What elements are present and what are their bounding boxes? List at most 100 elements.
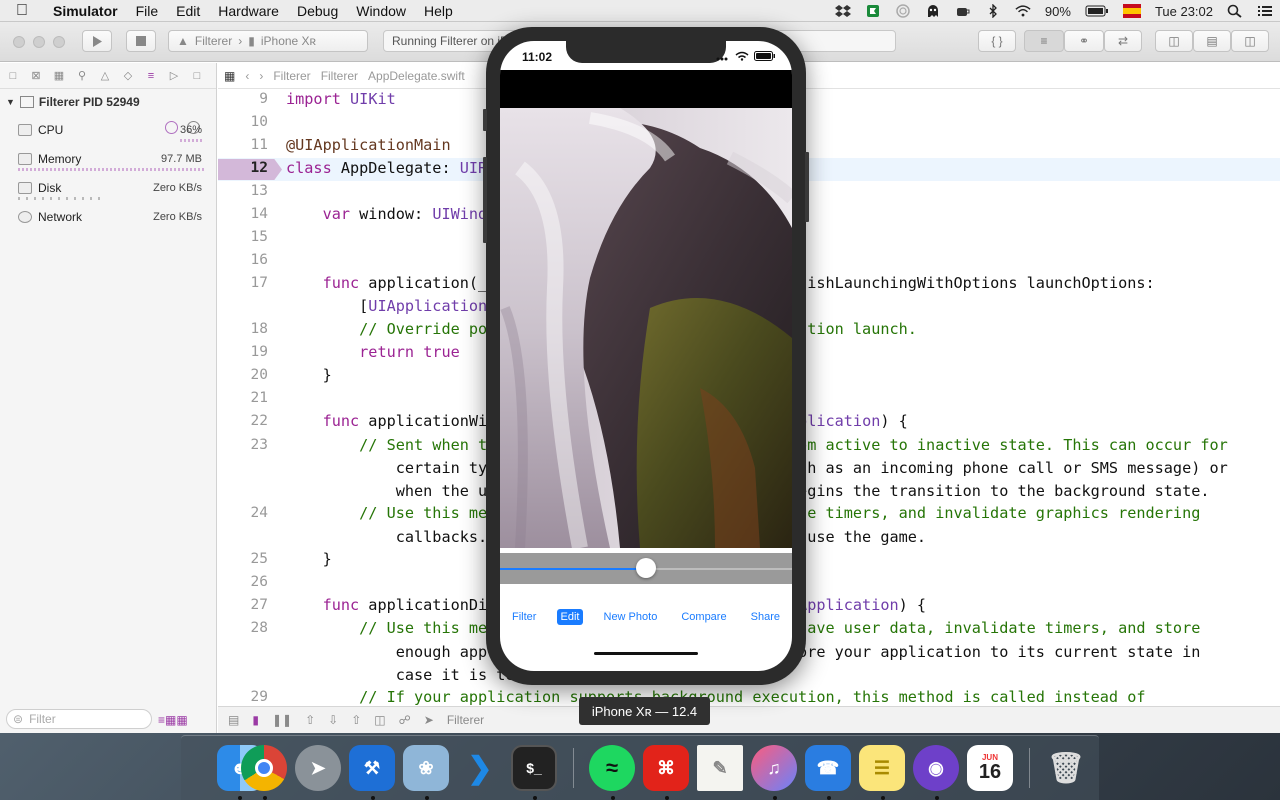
slider-thumb[interactable] (636, 558, 656, 578)
line-number[interactable]: 25 (218, 551, 268, 567)
jumpbar-group[interactable]: Filterer (321, 69, 358, 83)
memory-graph-icon[interactable]: ☍ (399, 713, 411, 727)
edit-button[interactable]: Edit (556, 609, 584, 625)
menu-debug[interactable]: Debug (288, 3, 347, 19)
line-number[interactable]: 22 (218, 413, 268, 429)
line-number[interactable]: 9 (218, 91, 268, 107)
dropbox-icon[interactable] (828, 4, 858, 18)
library-button[interactable]: { } (978, 30, 1016, 52)
line-number[interactable]: 27 (218, 597, 268, 613)
hide-debug-area-icon[interactable]: ▤ (228, 713, 239, 727)
apple-menu-icon[interactable]:  (0, 2, 44, 20)
preview-icon[interactable]: ❀ (403, 745, 449, 791)
line-number[interactable]: 13 (218, 183, 268, 199)
code-line[interactable]: @UIApplicationMain (286, 136, 451, 154)
warning-icon[interactable]: △ (97, 69, 113, 83)
wifi-icon[interactable] (1008, 4, 1038, 18)
intensity-slider[interactable] (500, 553, 792, 584)
debug-target[interactable]: Filterer (447, 713, 484, 727)
pause-icon[interactable]: ❚❚ (272, 713, 292, 727)
spotlight-search-icon[interactable] (1220, 4, 1250, 18)
gauge-cpu[interactable]: CPU 36% (0, 115, 216, 144)
process-row[interactable]: ▼ Filterer PID 52949 (0, 89, 216, 134)
volume-down-button[interactable] (483, 199, 487, 243)
simulator-icon[interactable]: ☎ (805, 745, 851, 791)
back-icon[interactable]: ‹ (245, 69, 249, 83)
run-button[interactable] (82, 30, 112, 52)
line-number[interactable]: 28 (218, 620, 268, 636)
line-number[interactable]: 10 (218, 114, 268, 130)
line-number[interactable]: 29 (218, 689, 268, 705)
code-line[interactable]: } (286, 366, 332, 384)
itunes-icon[interactable]: ♫ (751, 745, 797, 791)
trash-icon[interactable]: 🗑 (1043, 745, 1089, 791)
menu-help[interactable]: Help (415, 3, 462, 19)
scheme-selector[interactable]: ▲ Filterer › ▮ iPhone Xʀ (168, 30, 368, 52)
share-button[interactable]: Share (747, 609, 784, 625)
calendar-icon[interactable]: JUN 16 (967, 745, 1013, 791)
standard-editor-button[interactable]: ≡ (1024, 30, 1064, 52)
debug-icon[interactable]: ≡ (143, 69, 159, 83)
code-line[interactable]: var window: UIWindow? (286, 205, 515, 223)
line-number[interactable]: 18 (218, 321, 268, 337)
toggle-navigator-button[interactable]: ◫ (1155, 30, 1193, 52)
navigator-filter-field[interactable]: ⊜ Filter (6, 709, 152, 729)
window-zoom-button[interactable] (53, 36, 65, 48)
stop-button[interactable] (126, 30, 156, 52)
disclosure-triangle-icon[interactable]: ▼ (6, 97, 15, 107)
test-icon[interactable]: ◇ (120, 69, 136, 83)
filter-options-icon[interactable]: ≡▦▦ (158, 713, 188, 727)
step-into-icon[interactable]: ⇩ (328, 713, 338, 727)
forward-icon[interactable]: › (259, 69, 263, 83)
line-number[interactable]: 23 (218, 437, 268, 453)
side-button[interactable] (805, 152, 809, 222)
menu-edit[interactable]: Edit (167, 3, 209, 19)
menu-hardware[interactable]: Hardware (209, 3, 288, 19)
vscode-icon[interactable]: ❯ (457, 745, 503, 791)
device-screen[interactable]: 11:02 Filter Edit New Photo Compare Shar… (500, 41, 792, 671)
new-photo-button[interactable]: New Photo (600, 609, 662, 625)
line-number[interactable]: 20 (218, 367, 268, 383)
line-number[interactable]: 15 (218, 229, 268, 245)
code-line[interactable]: // If your application supports backgrou… (286, 688, 1145, 706)
line-number[interactable]: 16 (218, 252, 268, 268)
notification-center-icon[interactable] (1250, 4, 1280, 18)
menu-file[interactable]: File (127, 3, 168, 19)
breakpoints-toggle-icon[interactable]: ▮ (252, 713, 259, 727)
launchpad-icon[interactable]: ➤ (295, 745, 341, 791)
toggle-debug-area-button[interactable]: ▤ (1193, 30, 1231, 52)
gauge-network[interactable]: Network Zero KB/s (0, 202, 216, 231)
line-number[interactable]: 24 (218, 505, 268, 521)
volume-up-button[interactable] (483, 157, 487, 201)
step-out-icon[interactable]: ⇧ (351, 713, 361, 727)
line-number[interactable]: 11 (218, 137, 268, 153)
view-debugger-icon[interactable]: ◫ (374, 713, 385, 727)
gauge-disk[interactable]: Disk Zero KB/s (0, 173, 216, 202)
gauge-memory[interactable]: Memory 97.7 MB (0, 144, 216, 173)
line-number[interactable]: 12 (218, 160, 268, 176)
related-items-icon[interactable]: ▦ (224, 69, 235, 83)
breakpoint-icon[interactable]: ▷ (166, 69, 182, 83)
menu-window[interactable]: Window (347, 3, 415, 19)
step-over-icon[interactable]: ⇧ (305, 713, 315, 727)
battery-percentage[interactable]: 90% (1038, 4, 1078, 19)
menubar-clock[interactable]: Tue 23:02 (1148, 4, 1220, 19)
spotify-icon[interactable]: ≈ (589, 745, 635, 791)
folder-icon[interactable]: □ (5, 69, 21, 83)
filter-button[interactable]: Filter (508, 609, 540, 625)
bluetooth-icon[interactable] (978, 4, 1008, 18)
assistant-editor-button[interactable]: ⚭ (1064, 30, 1104, 52)
toggle-inspector-button[interactable]: ◫ (1231, 30, 1269, 52)
window-minimize-button[interactable] (33, 36, 45, 48)
location-icon[interactable]: ➤ (424, 713, 434, 727)
home-indicator[interactable] (594, 652, 698, 655)
acrobat-icon[interactable]: ⌘ (643, 745, 689, 791)
menu-app-name[interactable]: Simulator (44, 3, 127, 19)
jumpbar-file[interactable]: AppDelegate.swift (368, 69, 465, 83)
notes-icon[interactable]: ☰ (859, 745, 905, 791)
flag-status-icon[interactable] (858, 4, 888, 18)
code-line[interactable]: return true (286, 343, 460, 361)
symbol-icon[interactable]: ▦ (51, 69, 67, 83)
textedit-icon[interactable]: ✎ (697, 745, 743, 791)
line-number[interactable]: 17 (218, 275, 268, 291)
